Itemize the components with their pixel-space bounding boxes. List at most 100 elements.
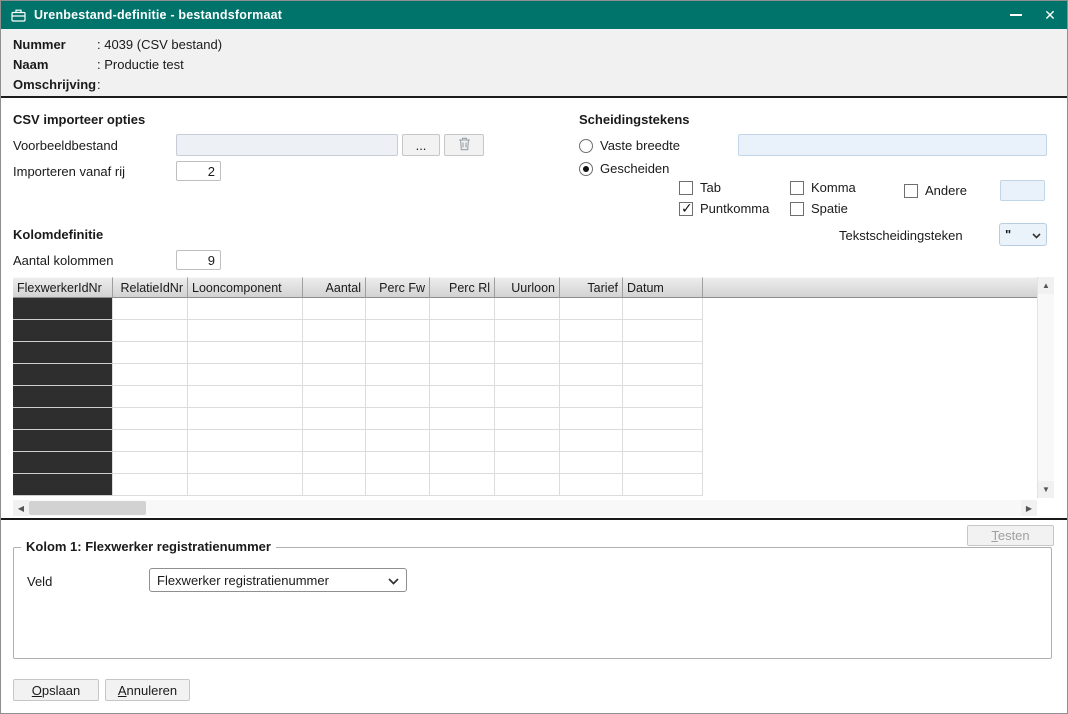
grid-cell[interactable]: [113, 320, 188, 342]
grid-cell[interactable]: [560, 298, 623, 320]
table-row[interactable]: [13, 430, 1037, 452]
grid-column-header[interactable]: Tarief: [560, 277, 623, 298]
grid-cell[interactable]: [366, 386, 430, 408]
checkbox-puntkomma-box[interactable]: [679, 202, 693, 216]
grid-cell[interactable]: [430, 408, 495, 430]
veld-select[interactable]: Flexwerker registratienummer: [149, 568, 407, 592]
grid-cell[interactable]: [495, 364, 560, 386]
grid-cell[interactable]: [113, 474, 188, 496]
grid-column-header[interactable]: Perc Fw: [366, 277, 430, 298]
grid-cell[interactable]: [495, 320, 560, 342]
checkbox-andere-box[interactable]: [904, 184, 918, 198]
grid-cell[interactable]: [495, 430, 560, 452]
table-row[interactable]: [13, 298, 1037, 320]
grid-cell[interactable]: [560, 386, 623, 408]
grid-column-header[interactable]: FlexwerkerIdNr: [13, 277, 113, 298]
grid-cell[interactable]: [113, 364, 188, 386]
grid-cell[interactable]: [366, 474, 430, 496]
grid-cell[interactable]: [430, 298, 495, 320]
grid-cell[interactable]: [623, 342, 703, 364]
importeren-vanaf-rij-input[interactable]: [176, 161, 221, 181]
grid-cell[interactable]: [366, 320, 430, 342]
radio-gescheiden[interactable]: Gescheiden: [579, 161, 669, 176]
table-row[interactable]: [13, 386, 1037, 408]
checkbox-tab[interactable]: Tab: [679, 180, 721, 195]
vertical-scroll-track[interactable]: [1038, 294, 1054, 481]
vaste-breedte-input[interactable]: [738, 134, 1047, 156]
checkbox-spatie-box[interactable]: [790, 202, 804, 216]
selected-column-cell[interactable]: [13, 452, 113, 474]
grid-cell[interactable]: [113, 298, 188, 320]
checkbox-andere[interactable]: Andere: [904, 183, 967, 198]
grid-cell[interactable]: [113, 342, 188, 364]
grid-cell[interactable]: [188, 386, 303, 408]
grid-cell[interactable]: [188, 320, 303, 342]
selected-column-cell[interactable]: [13, 474, 113, 496]
grid-cell[interactable]: [623, 474, 703, 496]
radio-vaste-breedte[interactable]: Vaste breedte: [579, 138, 680, 153]
grid-cell[interactable]: [303, 474, 366, 496]
grid-cell[interactable]: [303, 298, 366, 320]
grid-column-header[interactable]: Perc Rl: [430, 277, 495, 298]
grid-cell[interactable]: [495, 452, 560, 474]
grid-cell[interactable]: [560, 430, 623, 452]
grid-cell[interactable]: [113, 408, 188, 430]
grid-cell[interactable]: [495, 408, 560, 430]
grid-cell[interactable]: [623, 320, 703, 342]
browse-file-button[interactable]: ...: [402, 134, 440, 156]
grid-cell[interactable]: [113, 386, 188, 408]
selected-column-cell[interactable]: [13, 364, 113, 386]
horizontal-scroll-track[interactable]: [29, 500, 1021, 516]
close-button[interactable]: ✕: [1033, 1, 1067, 29]
grid-cell[interactable]: [623, 298, 703, 320]
grid-cell[interactable]: [188, 452, 303, 474]
grid-column-header[interactable]: Aantal: [303, 277, 366, 298]
testen-button[interactable]: Testen: [967, 525, 1054, 546]
grid-cell[interactable]: [430, 474, 495, 496]
grid-cell[interactable]: [560, 474, 623, 496]
checkbox-komma-box[interactable]: [790, 181, 804, 195]
grid-cell[interactable]: [303, 364, 366, 386]
grid-cell[interactable]: [495, 386, 560, 408]
radio-vaste-breedte-circle[interactable]: [579, 139, 593, 153]
grid-cell[interactable]: [623, 452, 703, 474]
opslaan-button[interactable]: Opslaan: [13, 679, 99, 701]
grid-cell[interactable]: [303, 408, 366, 430]
grid-cell[interactable]: [495, 474, 560, 496]
grid-cell[interactable]: [188, 298, 303, 320]
grid-column-header[interactable]: Looncomponent: [188, 277, 303, 298]
grid-column-header[interactable]: RelatieIdNr: [113, 277, 188, 298]
selected-column-cell[interactable]: [13, 320, 113, 342]
table-row[interactable]: [13, 364, 1037, 386]
annuleren-button[interactable]: Annuleren: [105, 679, 190, 701]
grid-cell[interactable]: [366, 408, 430, 430]
table-row[interactable]: [13, 452, 1037, 474]
grid-cell[interactable]: [188, 408, 303, 430]
grid-cell[interactable]: [303, 430, 366, 452]
horizontal-scrollbar[interactable]: ◀ ▶: [13, 500, 1037, 516]
grid-cell[interactable]: [303, 320, 366, 342]
scroll-left-icon[interactable]: ◀: [13, 500, 29, 516]
grid-cell[interactable]: [366, 452, 430, 474]
grid-cell[interactable]: [560, 452, 623, 474]
grid-cell[interactable]: [188, 474, 303, 496]
grid-column-header[interactable]: Datum: [623, 277, 703, 298]
aantal-kolommen-input[interactable]: [176, 250, 221, 270]
table-row[interactable]: [13, 474, 1037, 496]
table-row[interactable]: [13, 408, 1037, 430]
grid-cell[interactable]: [188, 342, 303, 364]
scroll-right-icon[interactable]: ▶: [1021, 500, 1037, 516]
scroll-down-icon[interactable]: ▼: [1038, 481, 1054, 498]
selected-column-cell[interactable]: [13, 386, 113, 408]
minimize-button[interactable]: [999, 1, 1033, 29]
vertical-scrollbar[interactable]: ▲ ▼: [1037, 277, 1054, 498]
grid-cell[interactable]: [560, 342, 623, 364]
checkbox-tab-box[interactable]: [679, 181, 693, 195]
grid-cell[interactable]: [560, 320, 623, 342]
grid-cell[interactable]: [430, 430, 495, 452]
horizontal-scroll-thumb[interactable]: [29, 501, 146, 515]
grid-cell[interactable]: [495, 342, 560, 364]
selected-column-cell[interactable]: [13, 430, 113, 452]
grid-cell[interactable]: [430, 386, 495, 408]
selected-column-cell[interactable]: [13, 342, 113, 364]
